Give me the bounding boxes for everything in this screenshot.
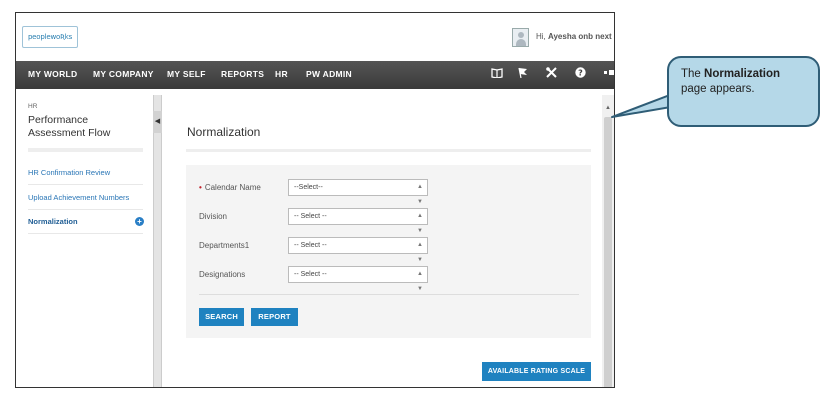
callout-bold: Normalization bbox=[704, 68, 781, 80]
instruction-callout: The Normalization page appears. bbox=[667, 56, 820, 127]
callout-prefix: The bbox=[681, 68, 705, 80]
callout-suffix: page appears. bbox=[681, 83, 755, 95]
